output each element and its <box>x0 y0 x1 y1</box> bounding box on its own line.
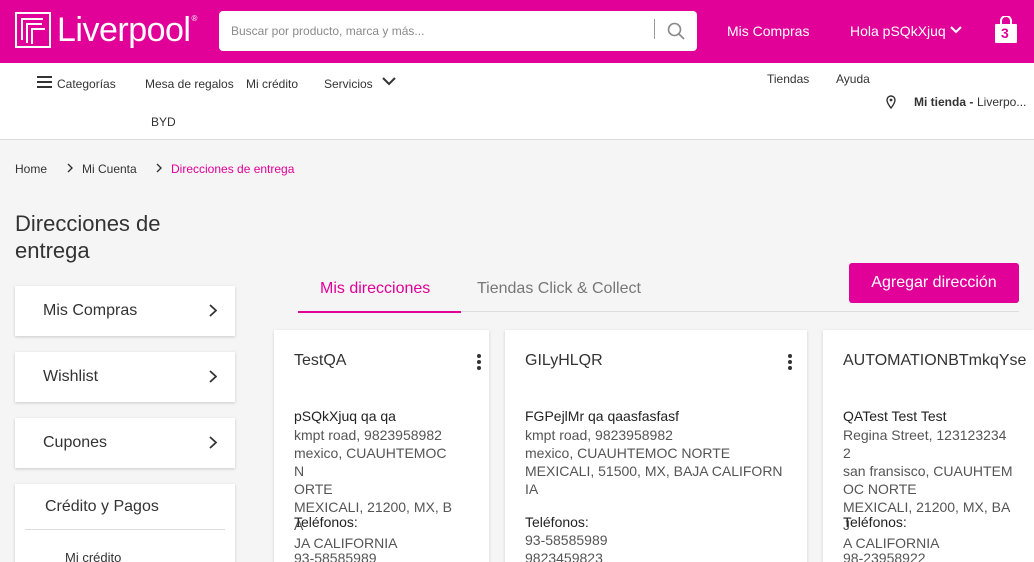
breadcrumb-home[interactable]: Home <box>15 162 47 176</box>
cart-count-badge: 3 <box>1001 25 1009 41</box>
breadcrumb-account[interactable]: Mi Cuenta <box>82 162 137 176</box>
sidebar-item-my-purchases[interactable]: Mis Compras <box>15 286 235 336</box>
address-line: san fransisco, CUAUHTEM <box>843 463 1013 479</box>
liverpool-logo[interactable]: Liverpool ® <box>15 12 197 48</box>
breadcrumb-current: Direcciones de entrega <box>171 162 295 176</box>
sidebar-item-coupons[interactable]: Cupones <box>15 418 235 468</box>
add-address-button[interactable]: Agregar dirección <box>849 263 1019 303</box>
services-menu[interactable]: Servicios <box>324 77 373 91</box>
byd-link[interactable]: BYD <box>151 115 176 129</box>
hamburger-menu-icon[interactable] <box>37 76 52 88</box>
sidebar-item-label: Cupones <box>43 434 108 451</box>
chevron-right-icon <box>209 436 217 449</box>
address-line: MEXICALI, 51500, MX, BAJA CALIFORN <box>525 463 783 479</box>
page-title: Direcciones de entrega <box>15 211 161 263</box>
phone-number: 98-23958922 <box>843 550 926 562</box>
nav-bar: Categorías Mesa de regalos Mi crédito Se… <box>0 63 1034 140</box>
address-card: GILyHLQR FGPejlMr qa qaasfasfasf kmpt ro… <box>505 330 807 562</box>
brand-name: Liverpool <box>57 11 191 49</box>
my-store-value[interactable]: Liverpo... <box>977 95 1026 109</box>
sidebar-item-label: Wishlist <box>43 368 99 385</box>
help-link[interactable]: Ayuda <box>836 72 870 86</box>
phone-number: 93-58585989 <box>294 550 377 562</box>
divider <box>25 529 225 530</box>
search-bar <box>219 11 697 51</box>
address-person: pSQkXjuq qa qa <box>294 408 396 424</box>
my-purchases-link[interactable]: Mis Compras <box>727 23 809 39</box>
sidebar-item-label: Mis Compras <box>43 302 138 319</box>
address-person: QATest Test Test <box>843 408 947 424</box>
address-line: mexico, CUAUHTEMOC N <box>294 445 447 479</box>
chevron-right-icon <box>209 304 217 317</box>
address-line: kmpt road, 9823958982 <box>525 427 673 443</box>
my-credit-link[interactable]: Mi crédito <box>246 77 298 91</box>
phone-number: 93-58585989 <box>525 532 608 548</box>
breadcrumb-chevron-icon <box>67 163 73 173</box>
active-tab-indicator <box>298 311 461 313</box>
registered-mark: ® <box>191 14 198 23</box>
address-name: AUTOMATIONBTmkqYse <box>843 352 1027 369</box>
stores-link[interactable]: Tiendas <box>767 72 809 86</box>
address-line: ORTE <box>294 481 333 497</box>
sidebar-item-wishlist[interactable]: Wishlist <box>15 352 235 402</box>
liverpool-logo-mark <box>15 12 51 48</box>
phones-label: Teléfonos: <box>525 514 589 530</box>
address-person: FGPejlMr qa qaasfasfasf <box>525 408 680 424</box>
sidebar-credit-title[interactable]: Crédito y Pagos <box>45 498 159 516</box>
address-line: Regina Street, 1231232342 <box>843 427 1007 461</box>
phones-label: Teléfonos: <box>843 514 907 530</box>
services-chevron-icon[interactable] <box>382 77 396 86</box>
categories-menu[interactable]: Categorías <box>57 77 116 91</box>
my-store-label[interactable]: Mi tienda - <box>914 95 973 109</box>
location-pin-icon <box>886 95 896 109</box>
breadcrumb-chevron-icon <box>156 163 162 173</box>
address-lines: Regina Street, 1231232342 san fransisco,… <box>843 426 1013 552</box>
tab-my-addresses[interactable]: Mis direcciones <box>320 280 430 298</box>
address-lines: kmpt road, 9823958982 mexico, CUAUHTEMOC… <box>525 426 785 498</box>
gift-registry-link[interactable]: Mesa de regalos <box>145 77 234 91</box>
phones-label: Teléfonos: <box>294 514 358 530</box>
chevron-down-icon[interactable] <box>950 26 962 34</box>
phone-number: 9823459823 <box>525 550 603 562</box>
address-line: mexico, CUAUHTEMOC NORTE <box>525 445 731 461</box>
address-name: TestQA <box>294 352 347 369</box>
address-line: kmpt road, 9823958982 <box>294 427 442 443</box>
top-header: Liverpool ® Mis Compras Hola pSQkXjuq 3 <box>0 0 1034 63</box>
more-options-icon[interactable] <box>787 354 793 372</box>
search-icon[interactable] <box>667 22 685 40</box>
address-name: GILyHLQR <box>525 352 603 369</box>
address-card: AUTOMATIONBTmkqYse QATest Test Test Regi… <box>823 330 1034 562</box>
address-line: IA <box>525 481 539 497</box>
search-divider <box>654 19 655 39</box>
sidebar-credit-section: Crédito y Pagos Mi crédito <box>15 484 235 562</box>
user-greeting[interactable]: Hola pSQkXjuq <box>850 23 946 39</box>
address-lines: kmpt road, 9823958982 mexico, CUAUHTEMOC… <box>294 426 454 552</box>
more-options-icon[interactable] <box>476 354 482 372</box>
address-line: OC NORTE <box>843 481 917 497</box>
search-input[interactable] <box>231 11 651 51</box>
sidebar-item-my-credit[interactable]: Mi crédito <box>65 550 121 562</box>
tab-click-collect[interactable]: Tiendas Click & Collect <box>477 280 641 298</box>
chevron-right-icon <box>209 370 217 383</box>
address-card: TestQA pSQkXjuq qa qa kmpt road, 9823958… <box>274 330 489 562</box>
